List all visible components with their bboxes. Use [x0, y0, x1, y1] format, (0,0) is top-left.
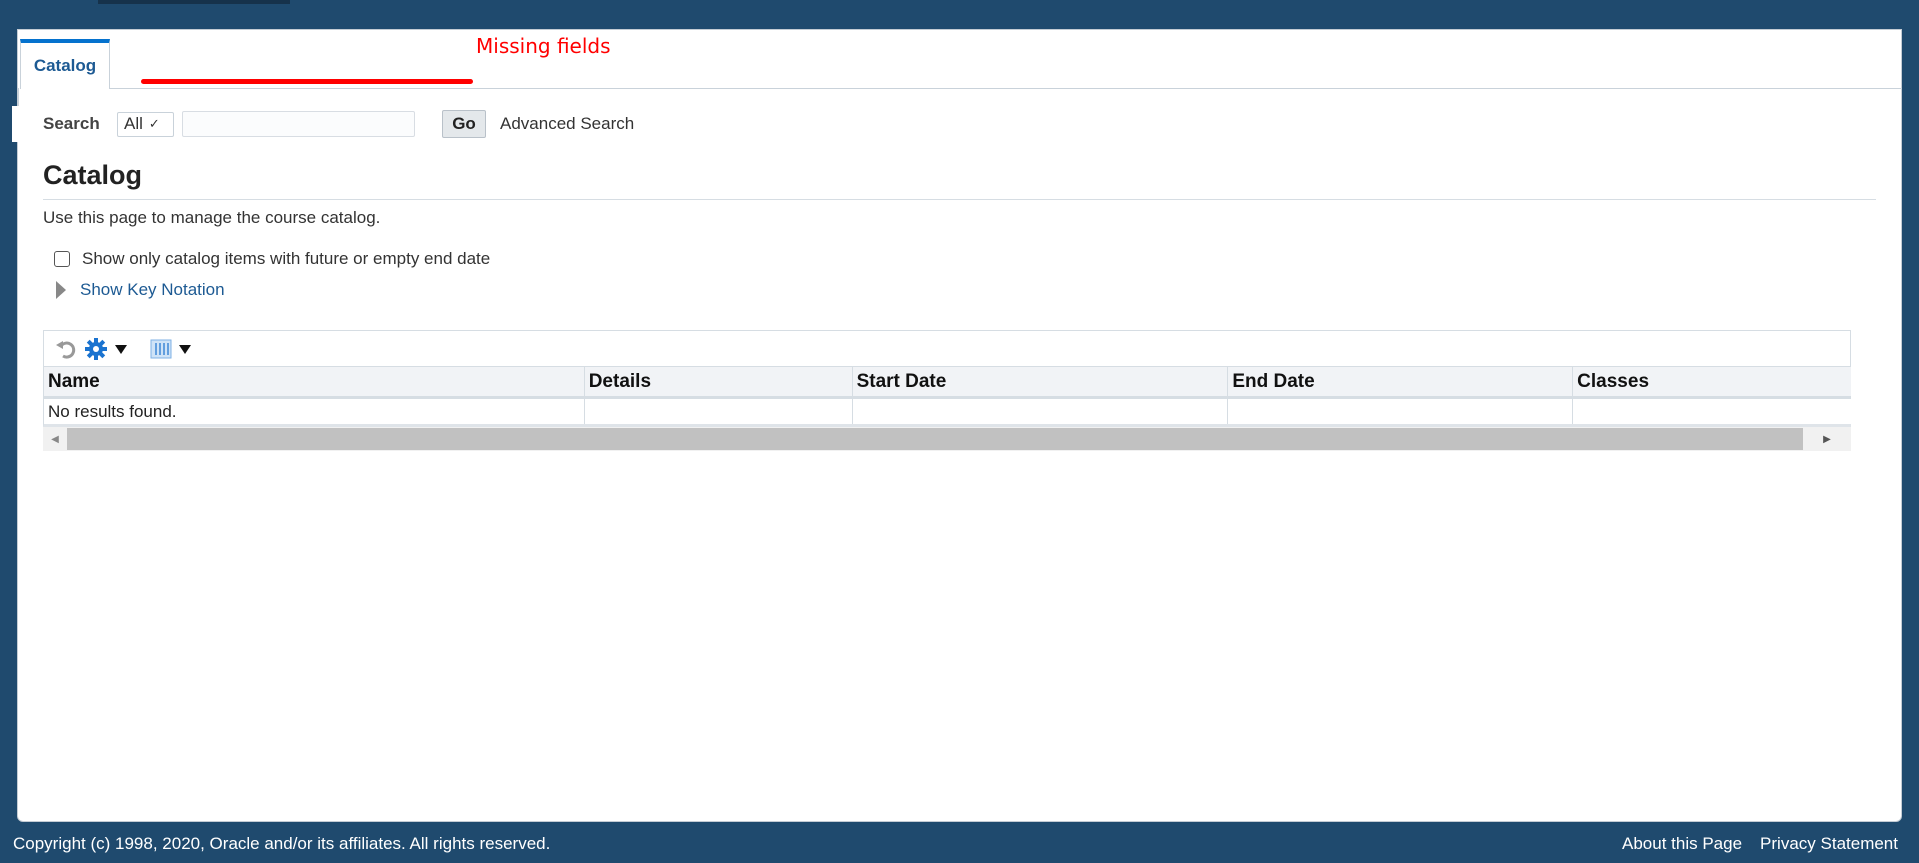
search-scope-select[interactable]: All ✓ [117, 111, 174, 137]
annotation-missing-fields: Missing fields [476, 34, 611, 58]
go-button[interactable]: Go [442, 110, 486, 138]
tab-bar-edge [18, 88, 19, 108]
table-cell [1573, 399, 1851, 424]
column-header-start-date[interactable]: Start Date [853, 367, 1229, 396]
about-this-page-link[interactable]: About this Page [1622, 834, 1742, 854]
search-scope-value: All [124, 114, 143, 133]
empty-message: No results found. [44, 399, 585, 424]
refresh-icon[interactable] [54, 337, 78, 361]
future-end-date-checkbox-row[interactable]: Show only catalog items with future or e… [54, 249, 490, 269]
privacy-statement-link[interactable]: Privacy Statement [1760, 834, 1898, 854]
horizontal-scrollbar[interactable]: ◀ ▶ [43, 427, 1851, 451]
column-header-classes[interactable]: Classes [1573, 367, 1851, 396]
scrollbar-thumb[interactable] [67, 428, 1803, 450]
table-cell [1228, 399, 1574, 424]
chevron-down-icon: ✓ [148, 116, 160, 131]
scroll-left-icon[interactable]: ◀ [43, 427, 67, 451]
table-toolbar [43, 330, 1851, 367]
settings-dropdown-icon[interactable] [114, 343, 128, 355]
table-row: No results found. [43, 399, 1851, 427]
column-header-end-date[interactable]: End Date [1228, 367, 1574, 396]
gear-icon[interactable] [84, 337, 108, 361]
page-description: Use this page to manage the course catal… [43, 208, 381, 227]
columns-icon[interactable] [150, 338, 172, 360]
catalog-table: Name Details Start Date End Date Classes… [43, 330, 1851, 451]
title-divider [43, 199, 1876, 200]
table-header: Name Details Start Date End Date Classes [43, 367, 1851, 399]
search-input[interactable] [182, 111, 415, 137]
annotation-underline [141, 79, 473, 84]
scroll-right-icon[interactable]: ▶ [1803, 427, 1851, 451]
page-title: Catalog [43, 160, 143, 190]
search-bar: Search All ✓ Go Advanced Search [12, 106, 1892, 142]
tab-bar-divider [110, 88, 1902, 89]
table-cell [585, 399, 853, 424]
future-end-date-checkbox[interactable] [54, 251, 70, 267]
tab-catalog[interactable]: Catalog [20, 39, 110, 89]
footer: Copyright (c) 1998, 2020, Oracle and/or … [0, 832, 1919, 858]
advanced-search-link[interactable]: Advanced Search [500, 114, 634, 134]
column-header-details[interactable]: Details [585, 367, 853, 396]
top-strip [98, 0, 290, 4]
columns-dropdown-icon[interactable] [178, 343, 192, 355]
show-key-notation-toggle[interactable]: Show Key Notation [56, 280, 225, 300]
copyright-text: Copyright (c) 1998, 2020, Oracle and/or … [13, 834, 551, 853]
search-label: Search [43, 114, 100, 133]
table-cell [853, 399, 1229, 424]
show-key-notation-label: Show Key Notation [80, 280, 225, 299]
disclosure-triangle-icon [56, 281, 66, 299]
checkbox-label: Show only catalog items with future or e… [82, 249, 491, 268]
column-header-name[interactable]: Name [44, 367, 585, 396]
